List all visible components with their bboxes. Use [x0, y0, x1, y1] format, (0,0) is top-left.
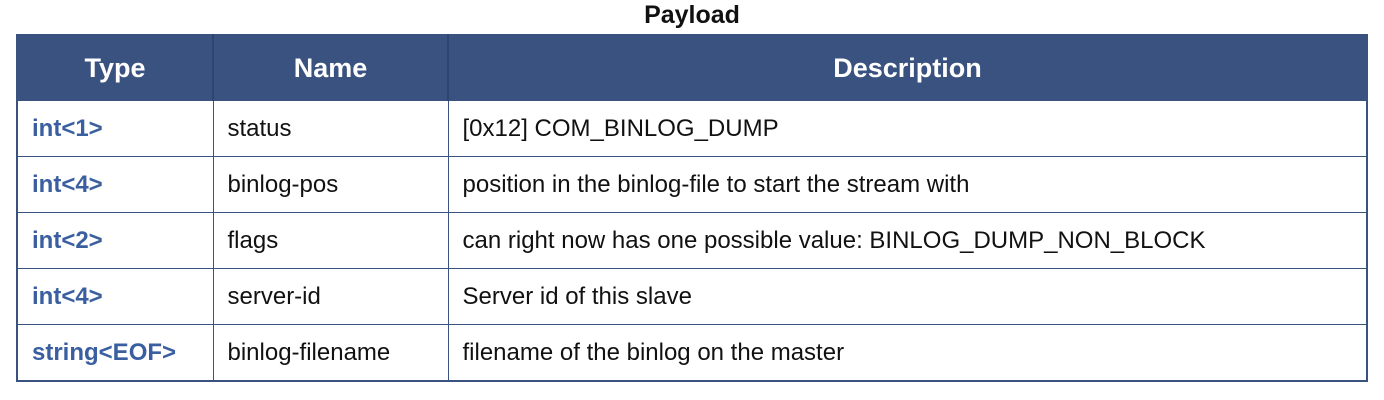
description-cell: [0x12] COM_BINLOG_DUMP [447, 100, 1368, 157]
type-cell: string<EOF> [16, 324, 214, 382]
type-cell: int<4> [16, 156, 214, 213]
payload-table: Type Name Description int<1> status [0x1… [16, 34, 1368, 382]
name-cell: flags [212, 212, 449, 269]
column-header-name: Name [213, 35, 449, 101]
description-cell: can right now has one possible value: BI… [447, 212, 1368, 269]
description-cell: filename of the binlog on the master [447, 324, 1368, 382]
description-cell: Server id of this slave [447, 268, 1368, 325]
type-cell: int<2> [16, 212, 214, 269]
name-cell: binlog-filename [212, 324, 449, 382]
table-row: int<4> binlog-pos position in the binlog… [16, 156, 1368, 213]
table-row: int<4> server-id Server id of this slave [16, 268, 1368, 325]
name-cell: binlog-pos [212, 156, 449, 213]
type-cell: int<1> [16, 100, 214, 157]
column-header-type: Type [17, 35, 214, 101]
table-row: int<2> flags can right now has one possi… [16, 212, 1368, 269]
name-cell: status [212, 100, 449, 157]
description-cell: position in the binlog-file to start the… [447, 156, 1368, 213]
type-cell: int<4> [16, 268, 214, 325]
column-header-description: Description [448, 35, 1367, 101]
table-caption: Payload [644, 1, 740, 29]
table-row: int<1> status [0x12] COM_BINLOG_DUMP [16, 100, 1368, 157]
table-row: string<EOF> binlog-filename filename of … [16, 324, 1368, 382]
name-cell: server-id [212, 268, 449, 325]
table-header-row: Type Name Description [17, 35, 1367, 101]
